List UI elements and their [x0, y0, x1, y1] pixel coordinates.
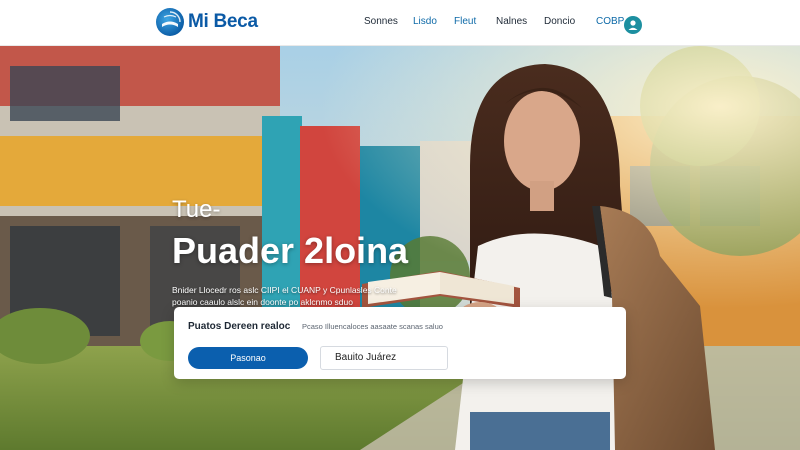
nav-item-3[interactable]: Fleut — [454, 16, 476, 27]
school-search-input[interactable]: Bauito Juárez — [320, 346, 448, 370]
hero-eyebrow: Tue- — [172, 196, 221, 223]
top-header: Mi Beca Sonnes Lisdo Fleut Nalnes Doncio… — [0, 0, 800, 46]
hero-headline: Puader 2loina — [172, 230, 409, 271]
search-button[interactable]: Pasonao — [188, 347, 308, 369]
search-card-hint: Pcaso Illuencaloces aasaate scanas saluo — [302, 322, 443, 331]
user-icon[interactable] — [624, 16, 642, 34]
nav-item-4[interactable]: Nalnes — [496, 16, 527, 27]
hero-banner: Tue- Puader 2loina Bnider Llocedr ros as… — [0, 46, 800, 450]
search-card-title: Puatos Dereen realoc — [188, 321, 291, 332]
nav-item-6[interactable]: COBP — [596, 16, 624, 27]
nav-item-2[interactable]: Lisdo — [413, 16, 437, 27]
nav-item-1[interactable]: Sonnes — [364, 16, 398, 27]
search-card: Puatos Dereen realoc Pcaso Illuencaloces… — [174, 307, 626, 379]
hero-subtitle: Bnider Llocedr ros aslc CIIPI el CUANP y… — [172, 285, 397, 307]
main-nav: Sonnes Lisdo Fleut Nalnes Doncio COBP — [0, 16, 800, 32]
nav-item-5[interactable]: Doncio — [544, 16, 575, 27]
